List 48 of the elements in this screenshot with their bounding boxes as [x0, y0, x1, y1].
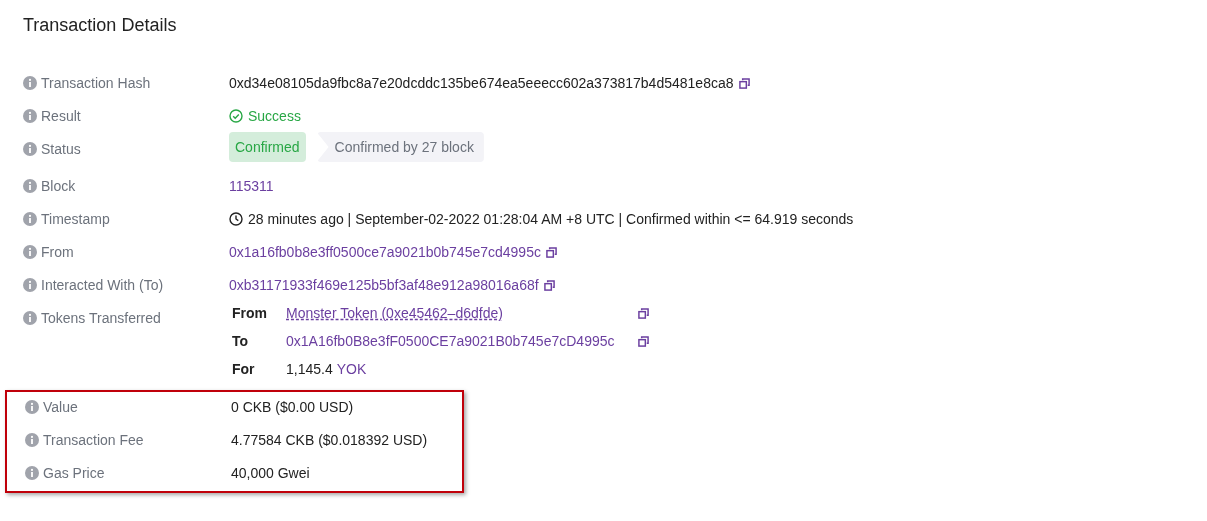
- info-icon[interactable]: [23, 212, 37, 226]
- token-amount: 1,145.4: [286, 361, 333, 377]
- copy-icon[interactable]: [638, 335, 649, 347]
- info-icon[interactable]: [25, 400, 39, 414]
- info-icon[interactable]: [25, 433, 39, 447]
- confirmations-badge: Confirmed by 27 block: [316, 132, 484, 162]
- timestamp-text: 28 minutes ago | September-02-2022 01:28:04 AM +8 UTC | Confirmed within <= 64.919 seconds: [248, 211, 854, 227]
- token-symbol-link[interactable]: YOK: [336, 361, 367, 377]
- field-value: 0 CKB ($0.00 USD): [231, 399, 354, 415]
- copy-icon[interactable]: [738, 77, 750, 89]
- info-icon[interactable]: [23, 76, 37, 90]
- field-link[interactable]: 0xb31171933f469e125b5bf3af48e912a98016a68f: [229, 277, 539, 293]
- result-text: Success: [248, 108, 301, 124]
- field-label: Block: [41, 178, 76, 194]
- address-link[interactable]: 0x1A16fb0B8e3fF0500CE7a9021B0b745e7cD4995c: [286, 333, 615, 349]
- info-icon[interactable]: [23, 109, 37, 123]
- page-title: Transaction Details: [23, 15, 178, 36]
- field-label: Gas Price: [43, 465, 105, 481]
- copy-icon[interactable]: [543, 279, 555, 291]
- field-value: 0xd34e08105da9fbc8a7e20dcddc135be674ea5eeecc602a373817b4d5481e8ca8: [229, 75, 734, 91]
- token-field-label: To: [232, 333, 250, 349]
- field-label: From: [41, 244, 74, 260]
- field-label: Tokens Transferred: [41, 310, 161, 326]
- field-link[interactable]: 0x1a16fb0b8e3ff0500ce7a9021b0b745e7cd4995c: [229, 244, 541, 260]
- info-icon[interactable]: [23, 179, 37, 193]
- token-field-label: From: [232, 305, 268, 321]
- field-label: Transaction Fee: [43, 432, 144, 448]
- status-badge: Confirmed: [229, 132, 306, 162]
- token-link[interactable]: Monster Token (0xe45462–d6dfde): [286, 305, 503, 321]
- info-icon[interactable]: [25, 466, 39, 480]
- field-link[interactable]: 115311: [229, 178, 274, 194]
- info-icon[interactable]: [23, 245, 37, 259]
- field-label: Status: [41, 141, 81, 157]
- info-icon[interactable]: [23, 142, 37, 156]
- token-field-label: For: [232, 361, 256, 377]
- check-circle-icon: [229, 109, 243, 123]
- copy-icon[interactable]: [638, 307, 649, 319]
- field-label: Value: [43, 399, 78, 415]
- field-label: Result: [41, 108, 81, 124]
- field-label: Timestamp: [41, 211, 110, 227]
- copy-icon[interactable]: [545, 246, 557, 258]
- field-label: Interacted With (To): [41, 277, 164, 293]
- field-value: 40,000 Gwei: [231, 465, 310, 481]
- clock-icon: [229, 212, 243, 226]
- info-icon[interactable]: [23, 311, 37, 325]
- field-label: Transaction Hash: [41, 75, 151, 91]
- field-value: 4.77584 CKB ($0.018392 USD): [231, 432, 428, 448]
- info-icon[interactable]: [23, 278, 37, 292]
